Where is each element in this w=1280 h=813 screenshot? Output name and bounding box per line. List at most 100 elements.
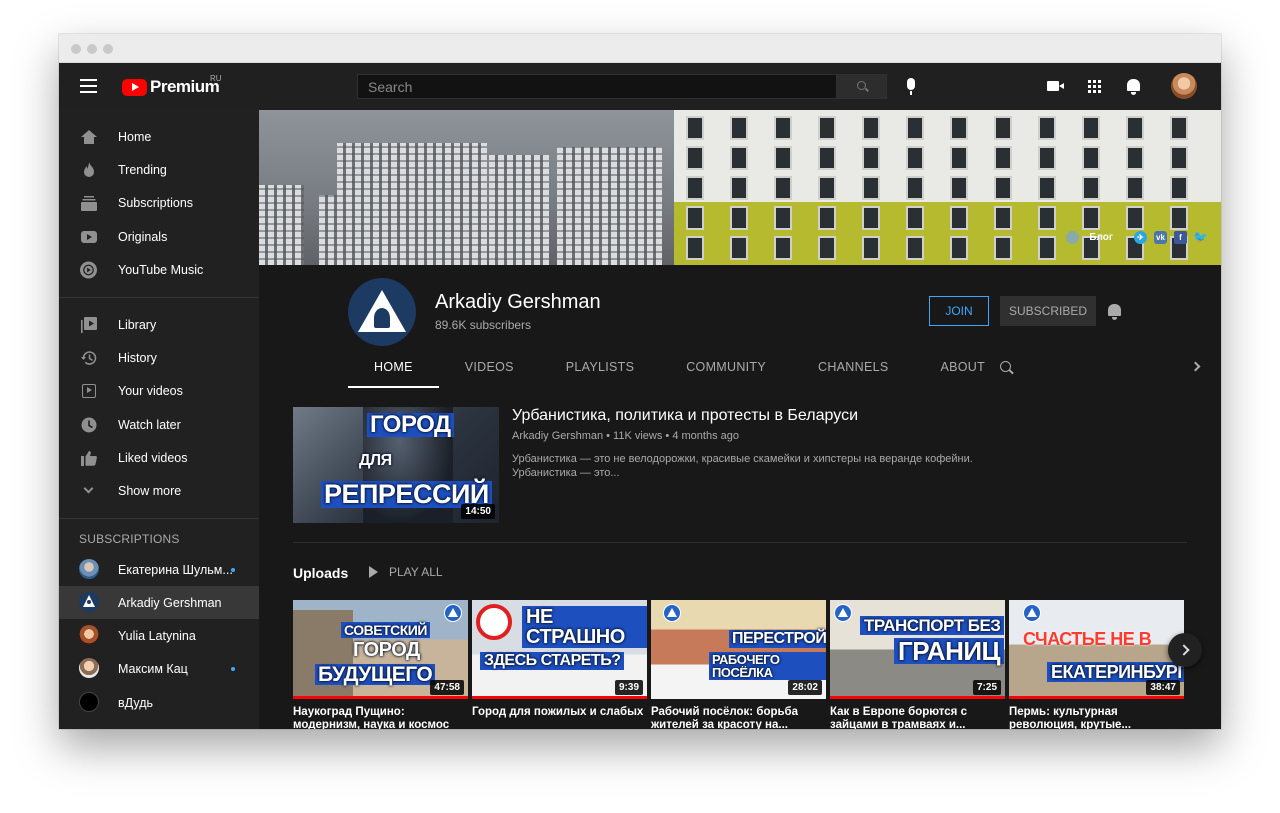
banner-window <box>1038 176 1056 200</box>
create-video-icon[interactable] <box>1047 81 1064 91</box>
video-title[interactable]: Наукоград Пущино: модернизм, наука и кос… <box>293 706 468 729</box>
vk-icon[interactable]: vk <box>1154 230 1167 244</box>
sidebar-item-library[interactable]: Library <box>59 308 259 341</box>
microphone-icon[interactable] <box>907 78 915 95</box>
banner-window <box>730 116 748 140</box>
sidebar-item-history[interactable]: History <box>59 341 259 374</box>
youtube-premium-logo[interactable]: Premium RU <box>122 74 222 98</box>
channel-badge-icon <box>663 604 681 622</box>
banner-window <box>730 176 748 200</box>
banner-window <box>1170 146 1188 170</box>
logo-text: Premium <box>150 77 220 96</box>
sidebar-item-label: Originals <box>118 229 168 244</box>
window-close-button[interactable] <box>71 44 81 54</box>
subscription-name: вДудь <box>118 695 154 710</box>
sidebar-item-label: History <box>118 350 157 365</box>
video-title[interactable]: Как в Европе борются с зайцами в трамвая… <box>830 706 1005 729</box>
featured-title[interactable]: Урбанистика, политика и протесты в Белар… <box>512 407 858 425</box>
channel-avatar <box>79 592 99 612</box>
video-title[interactable]: Город для пожилых и слабых <box>472 706 647 719</box>
banner-window <box>994 206 1012 230</box>
shelf-next-arrow-icon[interactable] <box>1168 633 1202 667</box>
upload-video-card[interactable]: СЧАСТЬЕ НЕ В ЕКАТЕРИНБУРГЕ 38:47 Пермь: … <box>1009 600 1184 729</box>
sidebar-item-label: Your videos <box>118 383 183 398</box>
sidebar-item-originals[interactable]: Originals <box>59 220 259 253</box>
subscription-item-arkadiy-gershman[interactable]: Arkadiy Gershman <box>59 586 259 619</box>
upload-video-card[interactable]: СОВЕТСКИЙ ГОРОД БУДУЩЕГО 47:58 Наукоград… <box>293 600 468 729</box>
search-input[interactable] <box>357 74 837 99</box>
thumbnail-text: ГОРОД <box>367 413 454 437</box>
telegram-icon[interactable]: ✈ <box>1134 230 1147 244</box>
video-thumbnail[interactable]: СЧАСТЬЕ НЕ В ЕКАТЕРИНБУРГЕ 38:47 <box>1009 600 1184 699</box>
sidebar-item-your-videos[interactable]: Your videos <box>59 374 259 407</box>
subscription-item-maksim-kats[interactable]: Максим Кац <box>59 652 259 685</box>
subscription-item-yulia-latynina[interactable]: Yulia Latynina <box>59 619 259 652</box>
subscription-item-vdud[interactable]: вДудь <box>59 686 259 719</box>
sidebar-item-label: YouTube Music <box>118 262 204 277</box>
sidebar-item-youtube-music[interactable]: YouTube Music <box>59 253 259 286</box>
tabs-next-chevron-icon[interactable] <box>1190 361 1201 372</box>
video-title[interactable]: Пермь: культурная революция, крутые... <box>1009 706 1184 729</box>
banner-window <box>1038 116 1056 140</box>
search-icon <box>857 81 866 90</box>
banner-window <box>686 176 704 200</box>
video-thumbnail[interactable]: СОВЕТСКИЙ ГОРОД БУДУЩЕГО 47:58 <box>293 600 468 699</box>
sidebar-item-show-more[interactable]: Show more <box>59 474 259 507</box>
window-zoom-button[interactable] <box>103 44 113 54</box>
notification-bell-icon[interactable] <box>1108 304 1121 320</box>
sidebar-item-subscriptions[interactable]: Subscriptions <box>59 186 259 219</box>
notifications-icon[interactable] <box>1127 79 1140 95</box>
window-minimize-button[interactable] <box>87 44 97 54</box>
featured-video[interactable]: ГОРОД ДЛЯ РЕПРЕССИЙ 14:50 Урбанистика, п… <box>293 407 1187 542</box>
video-thumbnail[interactable]: НЕ СТРАШНО ЗДЕСЬ СТАРЕТЬ? 9:39 <box>472 600 647 699</box>
thumbs-up-icon <box>80 449 97 466</box>
sidebar-item-label: Library <box>118 317 157 332</box>
play-all-button[interactable]: PLAY ALL <box>369 565 443 579</box>
search-button[interactable] <box>837 74 887 99</box>
channel-badge-icon <box>444 604 462 622</box>
facebook-icon[interactable]: f <box>1174 230 1187 244</box>
banner-window <box>906 176 924 200</box>
tab-playlists[interactable]: PLAYLISTS <box>540 346 660 388</box>
channel-page: Блог ✈ vk f 🐦 Arkadiy Gershman 89.6K sub… <box>259 110 1221 729</box>
apps-icon[interactable] <box>1088 80 1101 93</box>
banner-window <box>686 236 704 260</box>
channel-avatar <box>79 692 99 712</box>
sidebar-item-watch-later[interactable]: Watch later <box>59 408 259 441</box>
banner-window <box>1170 116 1188 140</box>
video-thumbnail[interactable]: ПЕРЕСТРОЙКА РАБОЧЕГО ПОСЁЛКА 28:02 <box>651 600 826 699</box>
menu-icon[interactable] <box>80 79 97 93</box>
tab-videos[interactable]: VIDEOS <box>439 346 540 388</box>
sidebar-item-home[interactable]: Home <box>59 120 259 153</box>
tab-channels[interactable]: CHANNELS <box>792 346 914 388</box>
featured-description: Урбанистика — это не велодорожки, красив… <box>512 453 973 479</box>
upload-video-card[interactable]: НЕ СТРАШНО ЗДЕСЬ СТАРЕТЬ? 9:39 Город для… <box>472 600 647 719</box>
twitter-icon[interactable]: 🐦 <box>1193 230 1208 244</box>
video-thumbnail[interactable]: ТРАНСПОРТ БЕЗ ГРАНИЦ 7:25 <box>830 600 1005 699</box>
sidebar-item-trending[interactable]: Trending <box>59 153 259 186</box>
tab-about[interactable]: ABOUT <box>915 346 1012 388</box>
uploads-title[interactable]: Uploads <box>293 565 348 581</box>
blog-link[interactable]: Блог <box>1089 232 1113 243</box>
upload-video-card[interactable]: ТРАНСПОРТ БЕЗ ГРАНИЦ 7:25 Как в Европе б… <box>830 600 1005 729</box>
featured-thumbnail[interactable]: ГОРОД ДЛЯ РЕПРЕССИЙ 14:50 <box>293 407 499 523</box>
subscription-name: Максим Кац <box>118 661 188 676</box>
subscriptions-icon <box>80 194 97 211</box>
video-duration: 38:47 <box>1146 680 1180 695</box>
tab-community[interactable]: COMMUNITY <box>660 346 792 388</box>
channel-badge-icon <box>834 604 852 622</box>
history-icon <box>80 349 97 366</box>
your-videos-icon <box>80 382 97 399</box>
join-button[interactable]: JOIN <box>929 296 989 326</box>
account-avatar[interactable] <box>1171 73 1197 99</box>
video-title[interactable]: Рабочий посёлок: борьба жителей за красо… <box>651 706 826 729</box>
new-content-dot <box>231 667 235 671</box>
thumbnail-text: СОВЕТСКИЙ <box>341 622 430 638</box>
tab-home[interactable]: HOME <box>348 346 439 388</box>
subscribed-button[interactable]: SUBSCRIBED <box>1000 296 1096 326</box>
upload-video-card[interactable]: ПЕРЕСТРОЙКА РАБОЧЕГО ПОСЁЛКА 28:02 Рабоч… <box>651 600 826 729</box>
channel-search-icon[interactable] <box>1000 361 1011 372</box>
channel-header: Arkadiy Gershman 89.6K subscribers JOIN … <box>259 265 1221 388</box>
sidebar-item-liked-videos[interactable]: Liked videos <box>59 441 259 474</box>
subscription-item-ekaterina[interactable]: Екатерина Шульм... <box>59 553 259 586</box>
